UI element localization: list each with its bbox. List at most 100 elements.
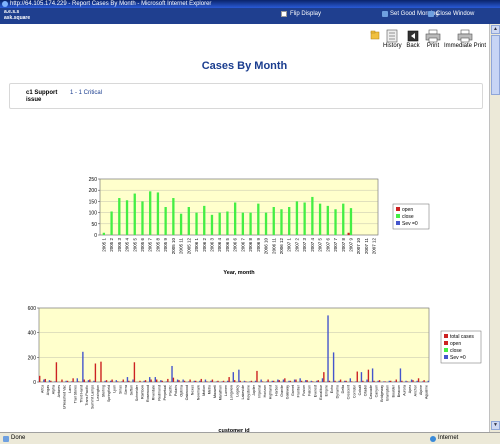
x-tick-label: 2007 5 bbox=[318, 238, 323, 252]
vertical-scrollbar[interactable]: ▲ ▼ bbox=[489, 24, 500, 432]
x-tick-label: 2006 9 bbox=[256, 238, 261, 252]
bar-sev-0 bbox=[65, 380, 67, 382]
bar-sev-0 bbox=[126, 377, 129, 382]
bar-total-cases bbox=[206, 381, 208, 382]
bar-total-cases bbox=[156, 379, 158, 382]
bar-sev-0 bbox=[104, 380, 106, 382]
bar-sev-0 bbox=[332, 352, 335, 382]
bar-total-cases bbox=[328, 380, 331, 382]
x-tick-label: 2007 1 bbox=[287, 238, 292, 252]
logo-line-2: ask.square bbox=[4, 15, 31, 21]
brand-logo[interactable]: a.e.s.s ask.square bbox=[4, 9, 30, 21]
y-tick-label: 0 bbox=[33, 380, 36, 386]
bar-sev-0 bbox=[87, 380, 90, 382]
bar-close bbox=[164, 207, 167, 235]
x-tick-label: 2005 9 bbox=[163, 238, 168, 252]
bar-total-cases bbox=[172, 377, 175, 382]
x-tick-label: 2005 5 bbox=[132, 238, 137, 252]
window-title-bar: http://64.105.174.229 - Report Cases By … bbox=[0, 0, 500, 8]
bar-sev-0 bbox=[327, 315, 329, 382]
filter-label: c1 Support issue bbox=[26, 90, 57, 104]
history-label: History bbox=[383, 43, 402, 49]
x-tick-label: 2007 7 bbox=[333, 238, 338, 252]
bar-total-cases bbox=[384, 381, 386, 382]
bar-total-cases bbox=[167, 378, 169, 382]
bar-total-cases bbox=[89, 379, 91, 382]
history-button[interactable]: History bbox=[383, 29, 402, 49]
x-tick-label: Riverdale bbox=[152, 385, 156, 400]
flip-display-checkbox[interactable] bbox=[281, 11, 287, 17]
flip-display-toggle[interactable]: Flip Display bbox=[281, 11, 321, 17]
bar-total-cases bbox=[334, 380, 336, 382]
legend-swatch bbox=[396, 214, 400, 218]
x-tick-label: Aqualine bbox=[425, 385, 429, 399]
bar-total-cases bbox=[222, 380, 225, 382]
bar-total-cases bbox=[217, 380, 219, 382]
printer-icon bbox=[457, 29, 473, 43]
bar-total-cases bbox=[417, 378, 420, 382]
sun-icon bbox=[382, 11, 388, 17]
x-tick-label: Rosewood bbox=[146, 385, 150, 402]
x-tick-label: Oakwood bbox=[185, 385, 189, 400]
x-tick-label: Polaris bbox=[174, 385, 178, 396]
cases-by-month-chart: 0501001502002502005 1 2005 2 2005 3 2005 42… bbox=[89, 177, 430, 276]
bar-total-cases bbox=[66, 380, 69, 382]
bar-sev-0 bbox=[383, 381, 385, 382]
bar-sev-0 bbox=[160, 380, 162, 382]
bar-sev-0 bbox=[71, 381, 73, 382]
bar-sev-0 bbox=[410, 379, 413, 382]
bar-close bbox=[203, 205, 206, 235]
chart-2-legend: total casesopencloseSev =0 bbox=[440, 330, 482, 364]
x-tick-label: 2006 1 bbox=[194, 238, 199, 252]
bar-total-cases bbox=[111, 379, 113, 382]
x-tick-label: 2007 10 bbox=[356, 238, 361, 255]
filter-value-link[interactable]: 1 - 1 Critical bbox=[70, 90, 102, 96]
x-tick-label: Alpha bbox=[51, 385, 55, 394]
bar-sev-0 bbox=[115, 380, 117, 382]
legend-label: close bbox=[402, 214, 414, 220]
x-tick-label: Excalibur bbox=[319, 384, 323, 400]
bar-sev-0 bbox=[171, 365, 173, 382]
y-tick-label: 150 bbox=[89, 199, 98, 205]
bar-sev-0 bbox=[338, 380, 340, 382]
legend-swatch bbox=[444, 341, 448, 345]
x-tick-label: Boulder bbox=[391, 384, 395, 397]
back-button[interactable]: Back bbox=[406, 29, 420, 49]
bar-sev-0 bbox=[54, 381, 56, 382]
bar-sev-0 bbox=[282, 379, 285, 382]
x-tick-label: Brampton bbox=[386, 385, 390, 401]
close-window-link[interactable]: Close Window bbox=[428, 11, 474, 17]
bar-sev-0 bbox=[154, 377, 156, 382]
scroll-thumb[interactable] bbox=[491, 35, 500, 95]
x-tick-label: Falcon bbox=[308, 385, 312, 396]
filter-label-line-1: c1 Support bbox=[26, 90, 58, 96]
x-tick-label: Lexington bbox=[96, 385, 100, 401]
bar-sev-0 bbox=[238, 369, 240, 382]
scroll-up-icon[interactable]: ▲ bbox=[491, 25, 500, 34]
x-tick-label: Lyon bbox=[113, 385, 117, 393]
scroll-down-icon[interactable]: ▼ bbox=[491, 421, 500, 430]
x-tick-label: Horizon bbox=[263, 385, 267, 397]
bar-sev-0 bbox=[243, 380, 246, 382]
bar-total-cases bbox=[317, 380, 319, 382]
legend-label: open bbox=[450, 341, 461, 347]
x-tick-label: Granite bbox=[280, 385, 284, 397]
y-tick-label: 50 bbox=[91, 222, 97, 228]
x-tick-label: Apex bbox=[408, 385, 412, 393]
x-tick-label: 2007 11 bbox=[364, 238, 369, 254]
window-title: http://64.105.174.229 - Report Cases By … bbox=[10, 1, 212, 7]
legend-label: Sev =0 bbox=[450, 355, 466, 361]
status-zone: Internet bbox=[430, 433, 458, 444]
x-tick-label: 2007 8 bbox=[341, 238, 346, 252]
bookmark-button[interactable] bbox=[370, 29, 380, 41]
bar-close bbox=[187, 207, 190, 235]
x-tick-label: 2006 3 bbox=[209, 238, 214, 252]
bar-sev-0 bbox=[43, 379, 45, 382]
bar-close bbox=[218, 212, 221, 235]
legend-label: total cases bbox=[450, 334, 474, 340]
print-button[interactable]: Print bbox=[425, 29, 441, 49]
history-icon bbox=[387, 29, 398, 43]
bar-sev-0 bbox=[93, 380, 95, 382]
x-tick-label: Antares bbox=[57, 385, 61, 398]
immediate-print-button[interactable]: Immediate Print bbox=[444, 29, 486, 49]
